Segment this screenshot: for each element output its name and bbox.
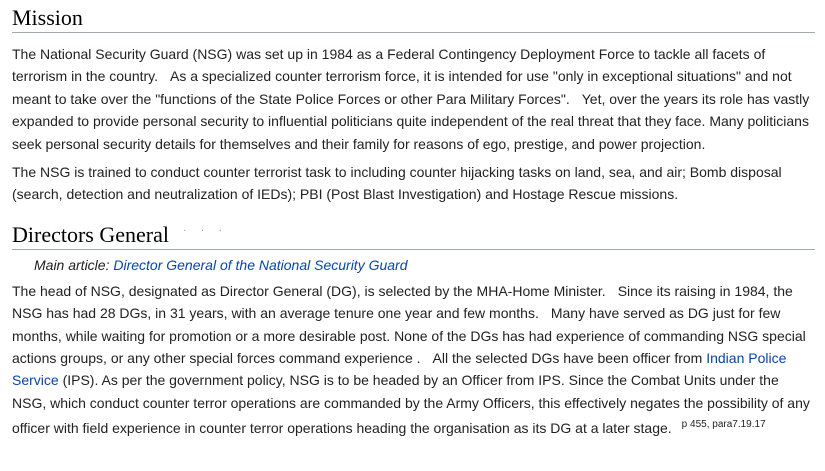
hatnote-prefix: Main article: xyxy=(34,256,114,273)
directors-p1-sentence-1: The head of NSG, designated as Director … xyxy=(12,282,606,299)
directors-p1-sentence-4: All the selected DGs have been officer f… xyxy=(432,350,703,367)
directors-heading-text: Directors General xyxy=(12,221,169,247)
hatnote-main-article: Main article: Director General of the Na… xyxy=(34,254,815,276)
hatnote-main-article-link[interactable]: Director General of the National Securit… xyxy=(113,257,407,273)
section-edit-hint[interactable]: · · · xyxy=(183,218,228,246)
reference-note: p 455, para7.19.17 xyxy=(681,419,766,431)
section-heading-directors-general: Directors General · · · xyxy=(12,218,815,250)
section-heading-mission: Mission xyxy=(12,0,815,33)
directors-paragraph-1: The head of NSG, designated as Director … xyxy=(12,280,815,440)
mission-paragraph-1: The National Security Guard (NSG) was se… xyxy=(12,43,815,155)
mission-paragraph-2: The NSG is trained to conduct counter te… xyxy=(12,164,782,203)
article-content: Mission The National Security Guard (NSG… xyxy=(0,0,825,440)
